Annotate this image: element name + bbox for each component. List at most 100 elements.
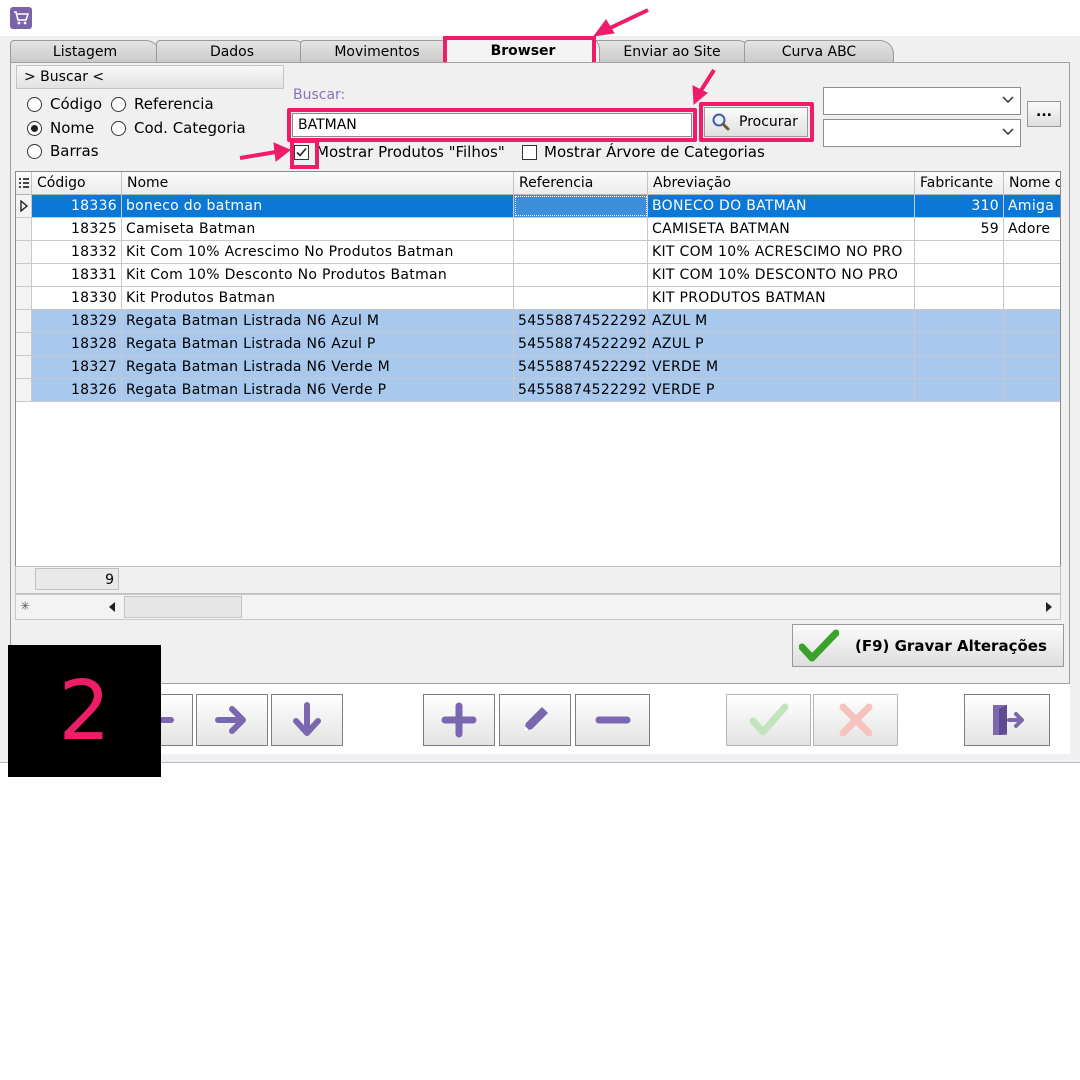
radio-codigo[interactable]: Código <box>27 95 102 113</box>
table-row[interactable]: 18332 Kit Com 10% Acrescimo No Produtos B… <box>16 241 1060 264</box>
cell-nome[interactable]: Regata Batman Listrada N6 Azul P <box>122 333 514 355</box>
cell-nome2[interactable] <box>1004 241 1060 263</box>
row-indicator[interactable] <box>16 333 32 355</box>
table-row[interactable]: 18328 Regata Batman Listrada N6 Azul P 545… <box>16 333 1060 356</box>
cell-codigo[interactable]: 18328 <box>32 333 122 355</box>
cell-nome[interactable]: Regata Batman Listrada N6 Verde P <box>122 379 514 401</box>
row-indicator[interactable] <box>16 310 32 332</box>
cell-referencia[interactable] <box>514 195 648 217</box>
column-header-nome[interactable]: Nome <box>122 172 514 195</box>
cell-codigo[interactable]: 18332 <box>32 241 122 263</box>
cell-nome2[interactable] <box>1004 356 1060 378</box>
filter-combo-2[interactable] <box>823 119 1021 147</box>
row-indicator[interactable] <box>16 356 32 378</box>
cell-abreviacao[interactable]: KIT COM 10% DESCONTO NO PRO <box>648 264 915 286</box>
cell-fabricante[interactable]: 59 <box>915 218 1004 240</box>
cell-nome2[interactable]: Amiga <box>1004 195 1060 217</box>
cell-abreviacao[interactable]: KIT COM 10% ACRESCIMO NO PRO <box>648 241 915 263</box>
table-row[interactable]: 18331 Kit Com 10% Desconto No Produtos Ba… <box>16 264 1060 287</box>
cell-nome[interactable]: Camiseta Batman <box>122 218 514 240</box>
cell-nome[interactable]: Kit Com 10% Desconto No Produtos Batman <box>122 264 514 286</box>
cell-nome[interactable]: Kit Com 10% Acrescimo No Produtos Batman <box>122 241 514 263</box>
cell-nome2[interactable] <box>1004 310 1060 332</box>
cell-nome[interactable]: Kit Produtos Batman <box>122 287 514 309</box>
cell-abreviacao[interactable]: CAMISETA BATMAN <box>648 218 915 240</box>
tab-dados[interactable]: Dados <box>156 40 308 63</box>
tab-curva-abc[interactable]: Curva ABC <box>744 40 894 63</box>
cell-referencia[interactable] <box>514 264 648 286</box>
delete-record-button[interactable] <box>575 694 650 746</box>
cell-fabricante[interactable] <box>915 333 1004 355</box>
table-row[interactable]: 18327 Regata Batman Listrada N6 Verde M 54… <box>16 356 1060 379</box>
table-row[interactable]: 18329 Regata Batman Listrada N6 Azul M 545… <box>16 310 1060 333</box>
table-row[interactable]: 18326 Regata Batman Listrada N6 Verde P 54… <box>16 379 1060 402</box>
cell-abreviacao[interactable]: AZUL M <box>648 310 915 332</box>
table-row[interactable]: 18330 Kit Produtos Batman KIT PRODUTOS BAT… <box>16 287 1060 310</box>
gravar-alteracoes-button[interactable]: (F9) Gravar Alterações <box>792 624 1064 667</box>
cell-codigo[interactable]: 18327 <box>32 356 122 378</box>
cell-fabricante[interactable] <box>915 356 1004 378</box>
radio-cod-categoria[interactable]: Cod. Categoria <box>111 119 246 137</box>
cell-abreviacao[interactable]: VERDE P <box>648 379 915 401</box>
cell-nome[interactable]: boneco do batman <box>122 195 514 217</box>
cell-codigo[interactable]: 18326 <box>32 379 122 401</box>
cell-codigo[interactable]: 18329 <box>32 310 122 332</box>
column-header-nome2[interactable]: Nome c <box>1004 172 1060 195</box>
column-chooser-icon[interactable] <box>16 172 32 195</box>
cell-fabricante[interactable] <box>915 310 1004 332</box>
tab-movimentos[interactable]: Movimentos <box>300 40 454 63</box>
scrollbar-thumb[interactable] <box>124 596 242 618</box>
radio-nome[interactable]: Nome <box>27 119 94 137</box>
shopping-cart-icon[interactable] <box>10 7 32 29</box>
cell-nome2[interactable] <box>1004 333 1060 355</box>
confirm-button[interactable] <box>726 694 811 746</box>
row-indicator[interactable] <box>16 241 32 263</box>
cell-referencia[interactable]: 54558874522292 <box>514 379 648 401</box>
exit-button[interactable] <box>964 694 1050 746</box>
cell-fabricante[interactable] <box>915 287 1004 309</box>
cell-fabricante[interactable] <box>915 241 1004 263</box>
tab-enviar-ao-site[interactable]: Enviar ao Site <box>592 40 752 63</box>
cell-codigo[interactable]: 18330 <box>32 287 122 309</box>
cell-nome2[interactable]: Adore <box>1004 218 1060 240</box>
column-header-fabricante[interactable]: Fabricante <box>915 172 1004 195</box>
cell-nome[interactable]: Regata Batman Listrada N6 Verde M <box>122 356 514 378</box>
radio-referencia[interactable]: Referencia <box>111 95 214 113</box>
add-record-button[interactable] <box>423 694 495 746</box>
tab-listagem[interactable]: Listagem <box>10 40 160 63</box>
cell-abreviacao[interactable]: VERDE M <box>648 356 915 378</box>
cell-codigo[interactable]: 18336 <box>32 195 122 217</box>
cell-abreviacao[interactable]: KIT PRODUTOS BATMAN <box>648 287 915 309</box>
cancel-button[interactable] <box>813 694 898 746</box>
cell-nome2[interactable] <box>1004 287 1060 309</box>
cell-fabricante[interactable] <box>915 264 1004 286</box>
cell-nome2[interactable] <box>1004 379 1060 401</box>
cell-referencia[interactable]: 54558874522292 <box>514 310 648 332</box>
last-record-button[interactable] <box>271 694 343 746</box>
cell-codigo[interactable]: 18331 <box>32 264 122 286</box>
radio-barras[interactable]: Barras <box>27 142 99 160</box>
cell-referencia[interactable] <box>514 218 648 240</box>
cell-referencia[interactable]: 54558874522292 <box>514 356 648 378</box>
ellipsis-button[interactable]: ... <box>1027 101 1061 127</box>
cell-referencia[interactable]: 54558874522292 <box>514 333 648 355</box>
row-indicator[interactable] <box>16 264 32 286</box>
scroll-left-icon[interactable] <box>108 602 116 612</box>
next-record-button[interactable] <box>196 694 268 746</box>
buscar-toggle-button[interactable]: > Buscar < <box>16 65 284 89</box>
mostrar-arvore-checkbox[interactable]: Mostrar Árvore de Categorias <box>522 143 765 161</box>
scroll-right-icon[interactable] <box>1045 602 1053 612</box>
column-header-referencia[interactable]: Referencia <box>514 172 648 195</box>
column-header-abreviacao[interactable]: Abreviação <box>648 172 915 195</box>
table-row[interactable]: 18336 boneco do batman BONECO DO BATMAN 310… <box>16 195 1060 218</box>
cell-referencia[interactable] <box>514 287 648 309</box>
row-indicator[interactable] <box>16 195 32 217</box>
row-indicator[interactable] <box>16 379 32 401</box>
mostrar-filhos-checkbox[interactable]: Mostrar Produtos "Filhos" <box>294 143 505 161</box>
edit-record-button[interactable] <box>499 694 571 746</box>
row-indicator[interactable] <box>16 218 32 240</box>
cell-abreviacao[interactable]: AZUL P <box>648 333 915 355</box>
table-row[interactable]: 18325 Camiseta Batman CAMISETA BATMAN 59 Ado… <box>16 218 1060 241</box>
cell-codigo[interactable]: 18325 <box>32 218 122 240</box>
cell-fabricante[interactable]: 310 <box>915 195 1004 217</box>
